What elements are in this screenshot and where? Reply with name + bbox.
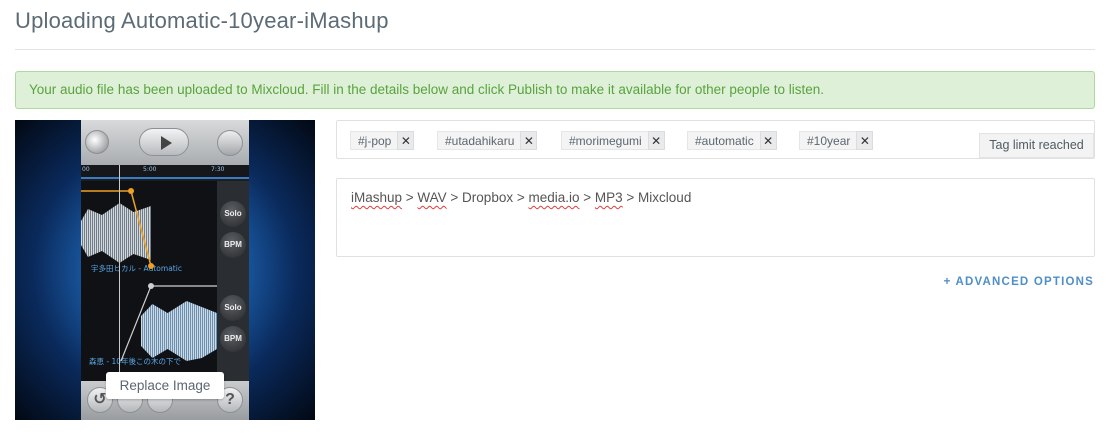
remove-tag-icon[interactable]: ✕ xyxy=(397,131,415,150)
title-divider xyxy=(15,49,1095,50)
page-title: Uploading Automatic-10year-iMashup xyxy=(15,8,389,33)
tag-label: #j-pop xyxy=(350,131,398,150)
timeline-label: 5:00 xyxy=(143,166,157,173)
remove-tag-icon[interactable]: ✕ xyxy=(759,131,777,150)
bpm-button-art: BPM xyxy=(220,326,246,352)
artwork-timeline: 00 5:00 7:30 xyxy=(81,165,249,179)
description-text: iMashup xyxy=(351,190,403,205)
timeline-label: 7:30 xyxy=(211,166,225,173)
solo-button-art: Solo xyxy=(220,201,246,227)
bpm-button-art: BPM xyxy=(220,232,246,258)
advanced-options-link[interactable]: + ADVANCED OPTIONS xyxy=(944,276,1094,288)
remove-tag-icon[interactable]: ✕ xyxy=(647,131,665,150)
tag-chip: #utadahikaru ✕ xyxy=(437,131,538,150)
tag-label: #automatic xyxy=(687,131,760,150)
description-text: > xyxy=(579,190,595,205)
remove-tag-icon[interactable]: ✕ xyxy=(856,131,874,150)
globe-icon xyxy=(85,130,109,154)
description-text: > Dropbox > xyxy=(446,190,529,205)
crossfade-lines xyxy=(81,188,217,362)
tag-label: #morimegumi xyxy=(561,131,648,150)
playhead xyxy=(119,165,120,385)
replace-image-button[interactable]: Replace Image xyxy=(106,372,224,399)
description-text: MP3 xyxy=(594,190,623,205)
artwork-side-panel: Solo BPM Solo BPM xyxy=(217,181,249,381)
artwork-waveform-area: 宇多田ヒカル - Automatic 森恵 - 10年後この木の下で xyxy=(81,181,217,381)
timeline-label: 00 xyxy=(82,166,90,173)
tag-limit-notice: Tag limit reached xyxy=(979,133,1094,158)
home-icon xyxy=(217,130,243,156)
description-text: > xyxy=(402,190,418,205)
tag-chip: #j-pop ✕ xyxy=(350,131,415,150)
play-icon xyxy=(139,128,189,156)
tag-chip: #10year ✕ xyxy=(799,131,874,150)
description-text: media.io xyxy=(528,190,580,205)
description-textarea[interactable]: iMashup > WAV > Dropbox > media.io > MP3… xyxy=(336,178,1095,257)
remove-tag-icon[interactable]: ✕ xyxy=(520,131,538,150)
tag-chip: #morimegumi ✕ xyxy=(561,131,665,150)
tag-label: #utadahikaru xyxy=(437,131,521,150)
description-text: > Mixcloud xyxy=(622,190,692,205)
tag-chip: #automatic ✕ xyxy=(687,131,777,150)
artwork-top-bar xyxy=(81,120,249,165)
tag-label: #10year xyxy=(799,131,857,150)
upload-success-alert: Your audio file has been uploaded to Mix… xyxy=(15,71,1095,109)
description-text: WAV xyxy=(417,190,447,205)
solo-button-art: Solo xyxy=(220,295,246,321)
